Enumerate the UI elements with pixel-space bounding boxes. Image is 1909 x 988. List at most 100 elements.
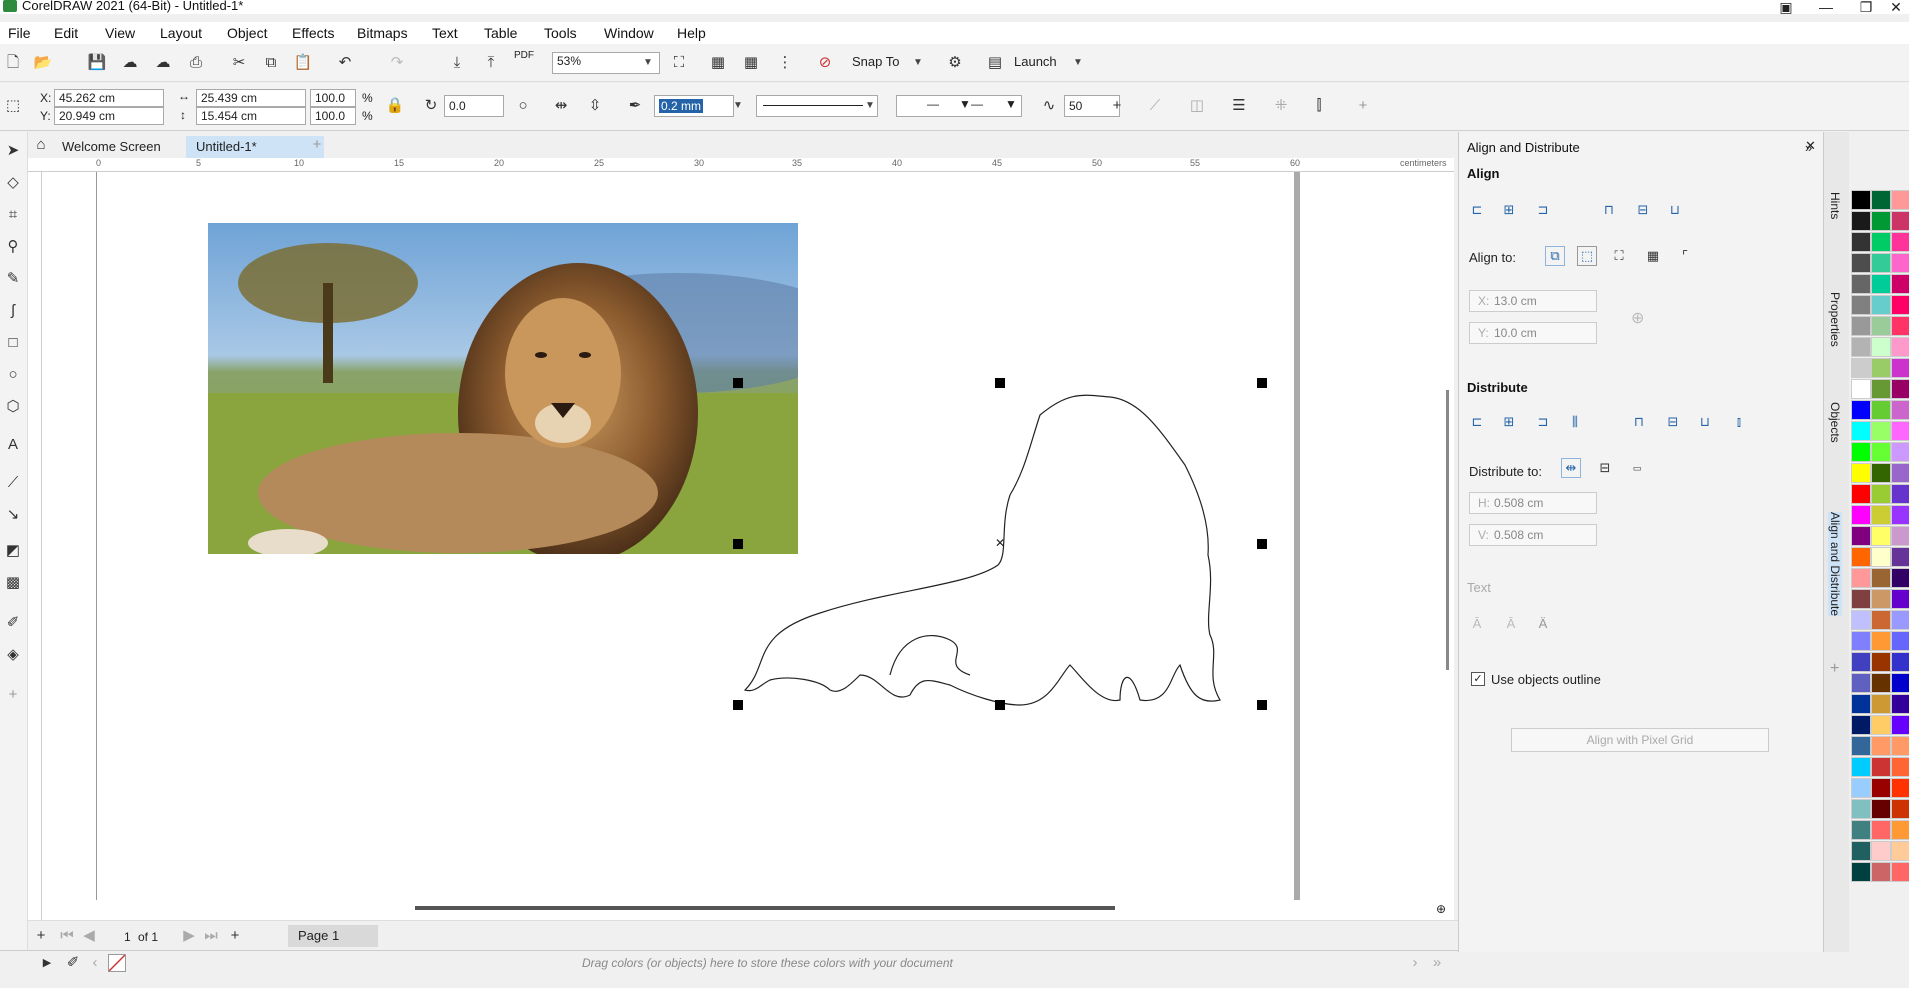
color-swatch[interactable] bbox=[1891, 715, 1909, 735]
color-swatch[interactable] bbox=[1871, 337, 1891, 357]
horizontal-scrollbar[interactable] bbox=[415, 906, 1115, 910]
menu-window[interactable]: Window bbox=[604, 25, 654, 41]
distribute-right-icon[interactable]: ⫼ bbox=[1565, 412, 1585, 432]
paste-icon[interactable]: 📋 bbox=[292, 52, 314, 74]
tab-page-1[interactable]: Page 1 bbox=[288, 925, 378, 947]
copy-icon[interactable]: ⧉ bbox=[260, 52, 282, 74]
color-swatch[interactable] bbox=[1891, 778, 1909, 798]
color-swatch[interactable] bbox=[1871, 778, 1891, 798]
color-swatch[interactable] bbox=[1891, 568, 1909, 588]
rotate-icon[interactable]: ↻ bbox=[420, 95, 442, 117]
first-page-icon[interactable]: ⏮ bbox=[56, 925, 78, 947]
color-swatch[interactable] bbox=[1851, 421, 1871, 441]
tab-untitled-1[interactable]: Untitled-1* bbox=[186, 136, 324, 158]
color-swatch[interactable] bbox=[1871, 589, 1891, 609]
tab-align-distribute[interactable]: Align and Distribute bbox=[1828, 512, 1842, 617]
lock-ratio-icon[interactable]: 🔒 bbox=[384, 95, 406, 117]
mirror-horizontal-icon[interactable]: ⇹ bbox=[550, 95, 572, 117]
text-align-bbox-icon[interactable]: Ä bbox=[1533, 614, 1553, 634]
color-swatch[interactable] bbox=[1871, 715, 1891, 735]
chevron-down-icon[interactable]: ▼ bbox=[640, 57, 656, 68]
chevron-down-icon[interactable]: ▼ bbox=[910, 57, 926, 68]
distribute-top-icon[interactable]: ⊓ bbox=[1629, 412, 1649, 432]
width-field[interactable]: 25.439 cm bbox=[196, 89, 306, 107]
align-to-point-icon[interactable]: ⌜ bbox=[1675, 246, 1695, 266]
tab-properties[interactable]: Properties bbox=[1828, 292, 1842, 347]
color-swatch[interactable] bbox=[1891, 421, 1909, 441]
color-swatch[interactable] bbox=[1871, 547, 1891, 567]
color-swatch[interactable] bbox=[1891, 547, 1909, 567]
color-swatch[interactable] bbox=[1871, 652, 1891, 672]
close-window-button[interactable]: ✕ bbox=[1876, 0, 1909, 16]
text-wrap-icon[interactable]: ☰ bbox=[1228, 95, 1250, 117]
color-swatch[interactable] bbox=[1851, 799, 1871, 819]
options-gear-icon[interactable]: ⚙ bbox=[944, 52, 966, 74]
distribute-bottom-icon[interactable]: ⫾ bbox=[1729, 412, 1749, 432]
distribute-center-h-icon[interactable]: ⊞ bbox=[1499, 412, 1519, 432]
drop-shadow-icon[interactable]: ◩ bbox=[2, 540, 24, 562]
distribute-v-field[interactable]: V: 0.508 cm bbox=[1469, 524, 1597, 546]
show-grid-icon[interactable]: ▦ bbox=[740, 52, 762, 74]
color-swatch[interactable] bbox=[1851, 442, 1871, 462]
distribute-spacing-h-icon[interactable]: ⊐ bbox=[1533, 412, 1553, 432]
align-distribute-icon[interactable]: ⫿ bbox=[1308, 95, 1330, 117]
connector-tool-icon[interactable]: ↘ bbox=[2, 504, 24, 526]
launch-icon[interactable]: ▤ bbox=[984, 52, 1006, 74]
color-swatch[interactable] bbox=[1871, 400, 1891, 420]
align-top-icon[interactable]: ⊓ bbox=[1599, 200, 1619, 220]
color-swatch[interactable] bbox=[1891, 316, 1909, 336]
redo-icon[interactable]: ↷ bbox=[386, 52, 408, 74]
color-swatch[interactable] bbox=[1871, 841, 1891, 861]
color-swatch[interactable] bbox=[1851, 673, 1871, 693]
add-docker-icon[interactable]: + bbox=[1830, 660, 1839, 678]
arrowheads-selector[interactable]: — ▼ — ▼ bbox=[896, 95, 1022, 117]
color-swatch[interactable] bbox=[1851, 316, 1871, 336]
color-swatch[interactable] bbox=[1851, 820, 1871, 840]
color-swatch[interactable] bbox=[1851, 568, 1871, 588]
line-style-selector[interactable] bbox=[756, 95, 878, 117]
account-icon[interactable]: ▣ bbox=[1766, 0, 1806, 16]
color-swatch[interactable] bbox=[1851, 715, 1871, 735]
text-align-first-baseline-icon[interactable]: Ā bbox=[1467, 614, 1487, 634]
color-swatch[interactable] bbox=[1891, 799, 1909, 819]
color-swatch[interactable] bbox=[1871, 463, 1891, 483]
color-swatch[interactable] bbox=[1891, 610, 1909, 630]
transparency-icon[interactable]: ▩ bbox=[2, 572, 24, 594]
tab-objects[interactable]: Objects bbox=[1828, 402, 1842, 443]
color-swatch[interactable] bbox=[1871, 820, 1891, 840]
color-swatch[interactable] bbox=[1891, 379, 1909, 399]
menu-tools[interactable]: Tools bbox=[544, 25, 577, 41]
minimize-button[interactable]: — bbox=[1806, 0, 1846, 15]
color-swatch[interactable] bbox=[1871, 211, 1891, 231]
color-swatch[interactable] bbox=[1851, 757, 1871, 777]
selection-handle[interactable] bbox=[1257, 700, 1267, 710]
trim-icon[interactable]: ◫ bbox=[1186, 95, 1208, 117]
zoom-tool-icon[interactable]: ⚲ bbox=[2, 236, 24, 258]
color-swatch[interactable] bbox=[1891, 505, 1909, 525]
y-position-field[interactable]: 20.949 cm bbox=[54, 107, 164, 125]
menu-table[interactable]: Table bbox=[484, 25, 517, 41]
undo-icon[interactable]: ↶ bbox=[334, 52, 356, 74]
color-swatch[interactable] bbox=[1891, 736, 1909, 756]
color-swatch[interactable] bbox=[1871, 673, 1891, 693]
double-chevron-right-icon[interactable]: » bbox=[1426, 952, 1448, 974]
show-rulers-icon[interactable]: ▦ bbox=[707, 52, 729, 74]
color-swatch[interactable] bbox=[1871, 232, 1891, 252]
color-swatch[interactable] bbox=[1851, 358, 1871, 378]
color-swatch[interactable] bbox=[1871, 757, 1891, 777]
chevron-left-icon[interactable]: ‹ bbox=[84, 952, 106, 974]
color-swatch[interactable] bbox=[1851, 589, 1871, 609]
rotation-center-icon[interactable]: ✕ bbox=[995, 536, 1005, 550]
distribute-spacing-icon[interactable]: ▭ bbox=[1627, 458, 1647, 478]
chevron-right-icon[interactable]: › bbox=[1404, 952, 1426, 974]
eyedropper-icon[interactable]: ✐ bbox=[62, 952, 84, 974]
rectangle-tool-icon[interactable]: □ bbox=[2, 332, 24, 354]
color-swatch[interactable] bbox=[1851, 274, 1871, 294]
chevron-down-icon[interactable]: ▼ bbox=[730, 100, 746, 111]
dimension-tool-icon[interactable]: ⟋ bbox=[2, 472, 24, 494]
full-screen-icon[interactable]: ⛶ bbox=[668, 52, 690, 74]
distribute-to-page-icon[interactable]: ⊟ bbox=[1595, 458, 1615, 478]
color-swatch[interactable] bbox=[1871, 610, 1891, 630]
color-swatch[interactable] bbox=[1891, 526, 1909, 546]
shape-tool-icon[interactable]: ◇ bbox=[2, 172, 24, 194]
